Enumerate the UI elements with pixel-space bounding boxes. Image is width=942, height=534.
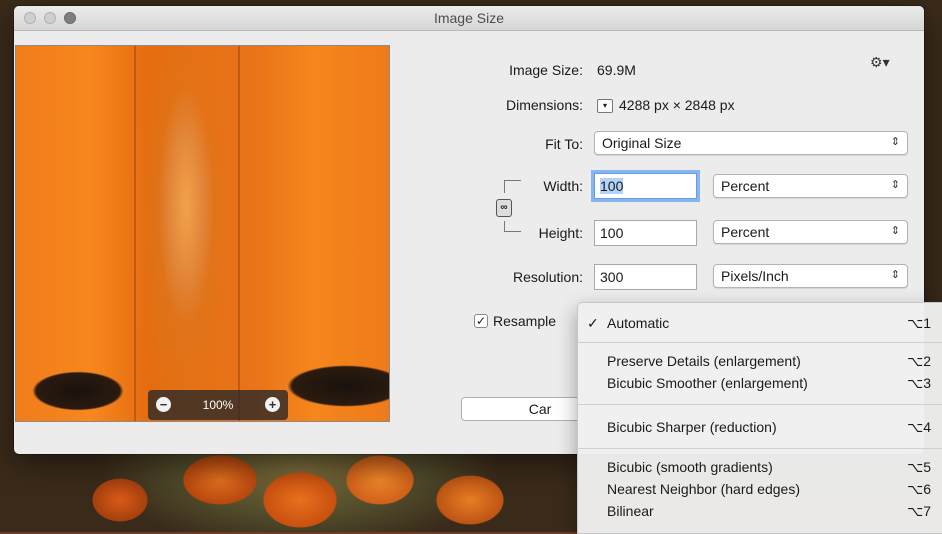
resolution-unit-value: Pixels/Inch <box>721 268 789 284</box>
zoom-control: − 100% + <box>148 390 288 420</box>
fit-to-select[interactable]: Original Size ⇕ <box>594 131 908 155</box>
preview-detail <box>238 46 240 421</box>
image-preview[interactable]: − 100% + <box>15 45 390 422</box>
dimensions-dropdown-icon[interactable]: ▾ <box>597 99 613 114</box>
height-label: Height: <box>538 225 583 241</box>
shortcut: ⌥7 <box>907 503 931 519</box>
dimensions-label: Dimensions: <box>505 97 583 113</box>
width-unit-select[interactable]: Percent ⇕ <box>713 174 908 198</box>
menu-separator <box>578 448 942 449</box>
image-size-value: 69.9M <box>597 62 636 78</box>
shortcut: ⌥2 <box>907 353 931 369</box>
menu-item-bicubic-smoother[interactable]: Bicubic Smoother (enlargement) ⌥3 <box>578 373 942 395</box>
shortcut: ⌥5 <box>907 459 931 475</box>
select-arrows-icon: ⇕ <box>890 225 900 237</box>
dimensions-row: ▾ 4288 px × 2848 px <box>597 97 735 114</box>
menu-item-automatic[interactable]: ✓ Automatic ⌥1 <box>578 313 942 335</box>
resolution-unit-select[interactable]: Pixels/Inch ⇕ <box>713 264 908 288</box>
select-arrows-icon: ⇕ <box>890 269 900 281</box>
link-icon[interactable]: ∞ <box>496 199 512 217</box>
width-unit-value: Percent <box>721 178 770 194</box>
title-bar: Image Size <box>14 6 924 31</box>
width-input[interactable]: 100 <box>594 173 697 199</box>
menu-item-bicubic[interactable]: Bicubic (smooth gradients) ⌥5 <box>578 457 942 479</box>
select-arrows-icon: ⇕ <box>890 179 900 191</box>
shortcut: ⌥1 <box>907 315 931 331</box>
resample-checkbox[interactable]: ✓ <box>474 314 488 328</box>
menu-item-nearest-neighbor[interactable]: Nearest Neighbor (hard edges) ⌥6 <box>578 479 942 501</box>
menu-item-bilinear[interactable]: Bilinear ⌥7 <box>578 501 942 523</box>
height-input[interactable]: 100 <box>594 220 697 246</box>
resample-method-menu: ✓ Automatic ⌥1 Preserve Details (enlarge… <box>577 302 942 534</box>
fit-to-label: Fit To: <box>545 136 583 152</box>
dimensions-value: 4288 px × 2848 px <box>619 97 735 113</box>
cancel-button[interactable]: Car <box>461 397 591 421</box>
preview-detail <box>134 46 136 421</box>
shortcut: ⌥4 <box>907 419 931 435</box>
menu-separator <box>578 342 942 343</box>
menu-item-bicubic-sharper[interactable]: Bicubic Sharper (reduction) ⌥4 <box>578 417 942 439</box>
resolution-input[interactable]: 300 <box>594 264 697 290</box>
select-arrows-icon: ⇕ <box>890 136 900 148</box>
height-unit-select[interactable]: Percent ⇕ <box>713 220 908 244</box>
fit-to-value: Original Size <box>602 135 682 151</box>
resolution-label: Resolution: <box>512 269 583 285</box>
checkmark-icon: ✓ <box>587 315 599 331</box>
resample-label[interactable]: Resample <box>493 313 556 329</box>
menu-item-preserve-details[interactable]: Preserve Details (enlargement) ⌥2 <box>578 351 942 373</box>
shortcut: ⌥3 <box>907 375 931 391</box>
zoom-in-icon[interactable]: + <box>265 397 280 412</box>
window-title: Image Size <box>433 10 505 26</box>
width-label: Width: <box>543 178 583 194</box>
height-unit-value: Percent <box>721 224 770 240</box>
menu-separator <box>578 404 942 405</box>
image-size-label: Image Size: <box>509 62 583 78</box>
shortcut: ⌥6 <box>907 481 931 497</box>
gear-icon[interactable]: ⚙▾ <box>870 54 890 71</box>
